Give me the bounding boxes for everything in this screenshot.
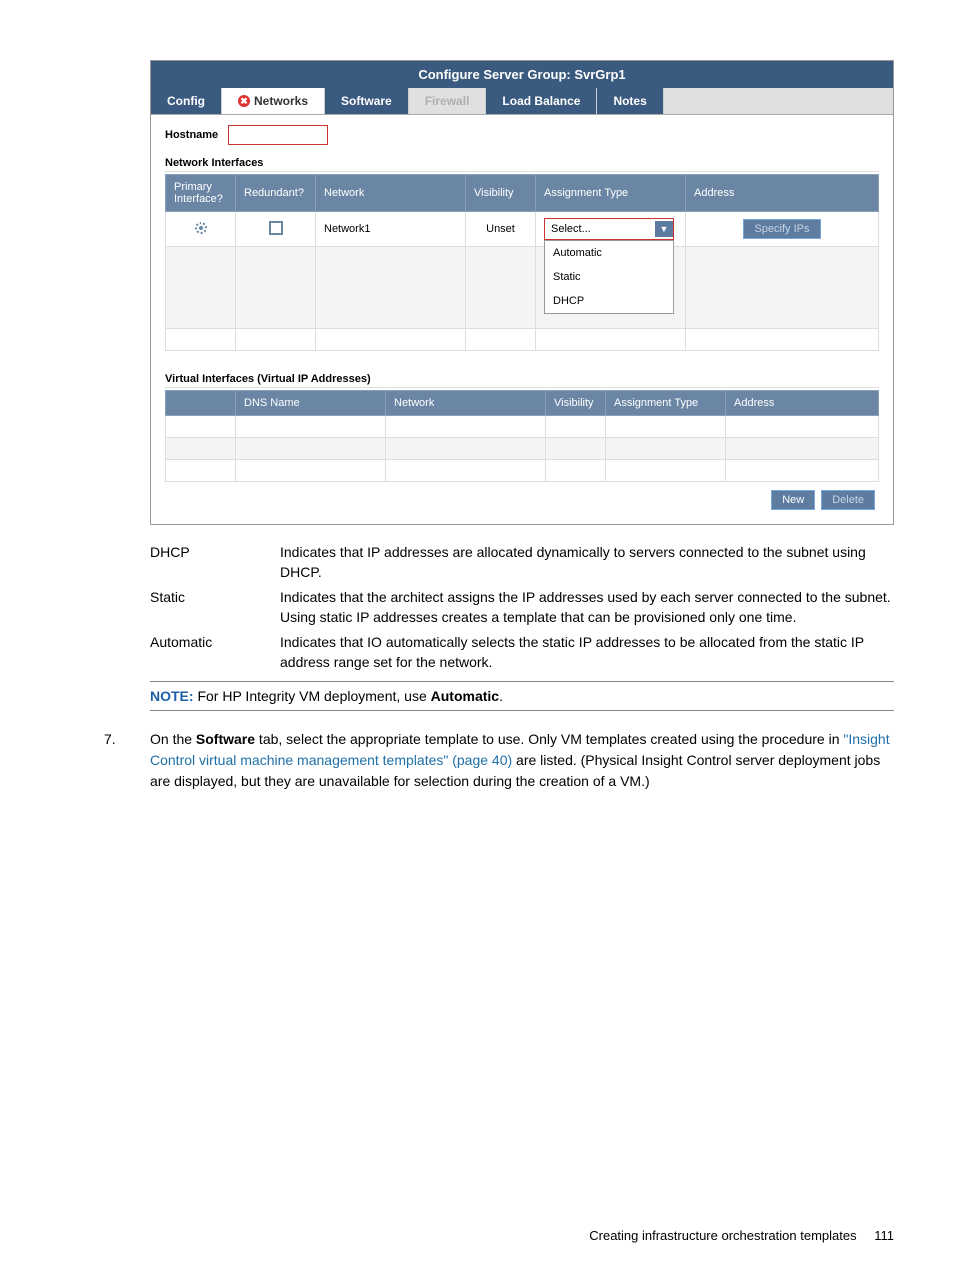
hostname-label: Hostname bbox=[165, 129, 218, 141]
network-interfaces-title: Network Interfaces bbox=[165, 157, 879, 172]
def-term-dhcp: DHCP bbox=[150, 543, 280, 582]
checkbox-icon bbox=[269, 221, 283, 235]
specify-ips-button[interactable]: Specify IPs bbox=[743, 219, 820, 239]
note-bold: Automatic bbox=[431, 688, 499, 704]
vi-col-address: Address bbox=[726, 391, 879, 416]
footer-page-number: 111 bbox=[874, 1228, 894, 1243]
tab-notes[interactable]: Notes bbox=[597, 88, 663, 114]
hostname-input[interactable] bbox=[228, 125, 328, 145]
note: NOTE: For HP Integrity VM deployment, us… bbox=[150, 681, 894, 711]
ni-col-redundant: Redundant? bbox=[236, 175, 316, 212]
ni-col-network: Network bbox=[316, 175, 466, 212]
ni-col-atype: Assignment Type bbox=[536, 175, 686, 212]
option-dhcp[interactable]: DHCP bbox=[545, 289, 673, 313]
tab-software[interactable]: Software bbox=[325, 88, 409, 114]
assignment-type-dropdown: Automatic Static DHCP bbox=[544, 240, 674, 314]
def-term-automatic: Automatic bbox=[150, 633, 280, 672]
vi-col-network: Network bbox=[386, 391, 546, 416]
ni-col-primary: Primary Interface? bbox=[166, 175, 236, 212]
vi-col-atype: Assignment Type bbox=[606, 391, 726, 416]
def-desc-automatic: Indicates that IO automatically selects … bbox=[280, 633, 894, 672]
ni-col-address: Address bbox=[686, 175, 879, 212]
dialog-tabs: Config ✖ Networks Software Firewall Load… bbox=[151, 88, 893, 115]
step-7: 7. On the Software tab, select the appro… bbox=[104, 729, 894, 792]
tab-load-balance[interactable]: Load Balance bbox=[486, 88, 597, 114]
def-term-static: Static bbox=[150, 588, 280, 627]
ni-visibility-cell: Unset bbox=[466, 212, 536, 247]
tab-networks-label: Networks bbox=[254, 94, 308, 108]
new-button[interactable]: New bbox=[771, 490, 815, 510]
option-automatic[interactable]: Automatic bbox=[545, 241, 673, 265]
select-display: Select... bbox=[551, 223, 591, 235]
vi-row-empty bbox=[166, 460, 879, 482]
ni-col-visibility: Visibility bbox=[466, 175, 536, 212]
vi-col-blank bbox=[166, 391, 236, 416]
ni-row: Network1 Unset Select... ▼ Automatic Sta… bbox=[166, 212, 879, 247]
virtual-interfaces-title: Virtual Interfaces (Virtual IP Addresses… bbox=[165, 373, 879, 388]
tab-config[interactable]: Config bbox=[151, 88, 222, 114]
tab-firewall[interactable]: Firewall bbox=[409, 88, 487, 114]
ni-primary-cell[interactable] bbox=[166, 212, 236, 247]
step-number: 7. bbox=[104, 729, 150, 792]
ni-atype-cell: Select... ▼ Automatic Static DHCP bbox=[536, 212, 686, 247]
note-label: NOTE: bbox=[150, 688, 194, 704]
vi-row-empty bbox=[166, 438, 879, 460]
gear-icon bbox=[195, 222, 207, 234]
close-icon: ✖ bbox=[238, 95, 250, 107]
delete-button[interactable]: Delete bbox=[821, 490, 875, 510]
ni-redundant-cell[interactable] bbox=[236, 212, 316, 247]
vi-col-visibility: Visibility bbox=[546, 391, 606, 416]
def-desc-static: Indicates that the architect assigns the… bbox=[280, 588, 894, 627]
ni-address-cell: Specify IPs bbox=[686, 212, 879, 247]
ni-network-cell: Network1 bbox=[316, 212, 466, 247]
vi-col-dns: DNS Name bbox=[236, 391, 386, 416]
chevron-down-icon: ▼ bbox=[655, 221, 673, 237]
assignment-type-select[interactable]: Select... ▼ bbox=[544, 218, 674, 240]
network-interfaces-table: Primary Interface? Redundant? Network Vi… bbox=[165, 174, 879, 351]
config-server-group-dialog: Configure Server Group: SvrGrp1 Config ✖… bbox=[150, 60, 894, 525]
footer-text: Creating infrastructure orchestration te… bbox=[589, 1228, 856, 1243]
note-text-before: For HP Integrity VM deployment, use bbox=[197, 688, 430, 704]
dialog-title: Configure Server Group: SvrGrp1 bbox=[151, 61, 893, 88]
ni-row-empty bbox=[166, 247, 879, 329]
option-static[interactable]: Static bbox=[545, 265, 673, 289]
ni-row-empty bbox=[166, 329, 879, 351]
note-text-after: . bbox=[499, 688, 503, 704]
vi-row-empty bbox=[166, 416, 879, 438]
def-desc-dhcp: Indicates that IP addresses are allocate… bbox=[280, 543, 894, 582]
step-text: On the Software tab, select the appropri… bbox=[150, 729, 894, 792]
tab-networks[interactable]: ✖ Networks bbox=[222, 88, 325, 114]
virtual-interfaces-table: DNS Name Network Visibility Assignment T… bbox=[165, 390, 879, 482]
definitions: DHCP Indicates that IP addresses are all… bbox=[150, 543, 894, 673]
page-footer: Creating infrastructure orchestration te… bbox=[589, 1228, 894, 1243]
